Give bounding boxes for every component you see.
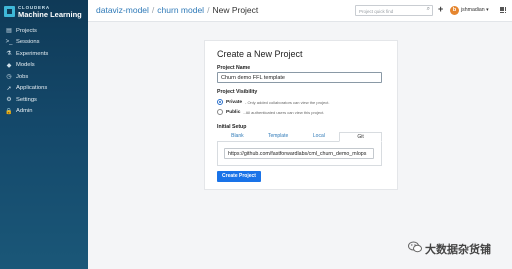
terminal-icon: >_ (5, 39, 13, 46)
gear-icon: ⚙ (6, 97, 12, 104)
user-menu[interactable]: jshmadian ▾ (461, 7, 489, 13)
project-search: ⌕ (355, 5, 433, 16)
sidebar-item-label: Applications (16, 85, 48, 92)
sidebar-item-jobs[interactable]: ◷ Jobs (0, 71, 88, 83)
search-icon[interactable]: ⌕ (427, 6, 430, 13)
sidebar-item-sessions[interactable]: >_ Sessions (0, 37, 88, 49)
flask-icon: ⚗ (6, 51, 12, 58)
sidebar-item-label: Settings (16, 96, 37, 103)
initial-setup-tabs: Blank Template Local Git (217, 132, 382, 142)
sidebar-item-experiments[interactable]: ⚗ Experiments (0, 48, 88, 60)
git-setup-panel (217, 142, 382, 166)
tab-template[interactable]: Template (258, 132, 299, 141)
breadcrumb-current: New Project (212, 5, 259, 15)
wechat-icon (408, 241, 422, 253)
tab-local[interactable]: Local (299, 132, 340, 141)
tab-git[interactable]: Git (339, 132, 382, 142)
sidebar-item-projects[interactable]: ▤ Projects (0, 25, 88, 37)
top-bar: dataviz-model/churn model/New Project ⌕ … (88, 0, 512, 22)
cloudera-logo-icon (4, 6, 15, 17)
sidebar-item-label: Sessions (16, 39, 40, 46)
add-button[interactable]: + (438, 4, 443, 14)
private-radio-label: Private (226, 99, 242, 105)
visibility-public-option[interactable]: Public - All authenticated users can vie… (217, 109, 324, 115)
public-radio-label: Public (226, 109, 241, 115)
new-project-card: Create a New Project Project Name Projec… (204, 40, 398, 190)
breadcrumb-user-link[interactable]: dataviz-model (96, 5, 149, 15)
avatar[interactable]: b (450, 6, 459, 15)
watermark-text: 大数据杂货铺 (425, 243, 491, 256)
lock-icon: 🔒 (5, 108, 13, 115)
public-radio-description: - All authenticated users can view this … (243, 109, 325, 115)
folder-icon: ▤ (6, 28, 12, 35)
project-visibility-label: Project Visibility (217, 89, 258, 95)
git-url-input[interactable] (224, 148, 374, 159)
breadcrumb-project-link[interactable]: churn model (157, 5, 204, 15)
initial-setup-label: Initial Setup (217, 124, 247, 130)
sidebar: CLOUDERA Machine Learning ▤ Projects >_ Se… (0, 0, 88, 269)
apps-grid-icon[interactable] (500, 7, 507, 14)
sidebar-item-label: Models (16, 62, 35, 69)
visibility-private-option[interactable]: Private - Only added collaborators can v… (217, 99, 330, 105)
create-project-button[interactable]: Create Project (217, 171, 261, 182)
sidebar-item-admin[interactable]: 🔒 Admin (0, 106, 88, 118)
search-input[interactable] (359, 7, 423, 15)
brand-logo[interactable]: CLOUDERA Machine Learning (4, 5, 86, 21)
cube-icon: ◆ (6, 62, 12, 69)
breadcrumb-separator: / (151, 5, 155, 15)
public-radio[interactable] (217, 109, 223, 115)
project-name-input[interactable] (217, 72, 382, 83)
breadcrumb-separator: / (207, 5, 210, 15)
sidebar-item-label: Jobs (16, 73, 29, 80)
private-radio-description: - Only added collaborators can view the … (245, 99, 330, 105)
sidebar-item-label: Admin (16, 108, 33, 115)
tab-blank[interactable]: Blank (217, 132, 258, 141)
sidebar-item-label: Projects (16, 27, 37, 34)
brand-product: Machine Learning (18, 10, 82, 19)
sidebar-item-label: Experiments (16, 50, 49, 57)
page-title: Create a New Project (217, 49, 303, 59)
breadcrumb: dataviz-model / churn model / New Project (96, 5, 258, 15)
sidebar-item-settings[interactable]: ⚙ Settings (0, 94, 88, 106)
private-radio[interactable] (217, 99, 223, 105)
sidebar-item-models[interactable]: ◆ Models (0, 60, 88, 72)
clock-icon: ◷ (6, 74, 12, 81)
project-name-label: Project Name (217, 65, 251, 71)
sidebar-nav: ▤ Projects >_ Sessions ⚗ Experiments ◆ Model… (0, 25, 88, 117)
rocket-icon: ➚ (6, 85, 12, 92)
sidebar-item-applications[interactable]: ➚ Applications (0, 83, 88, 95)
watermark: 大数据杂货铺 (408, 239, 508, 259)
